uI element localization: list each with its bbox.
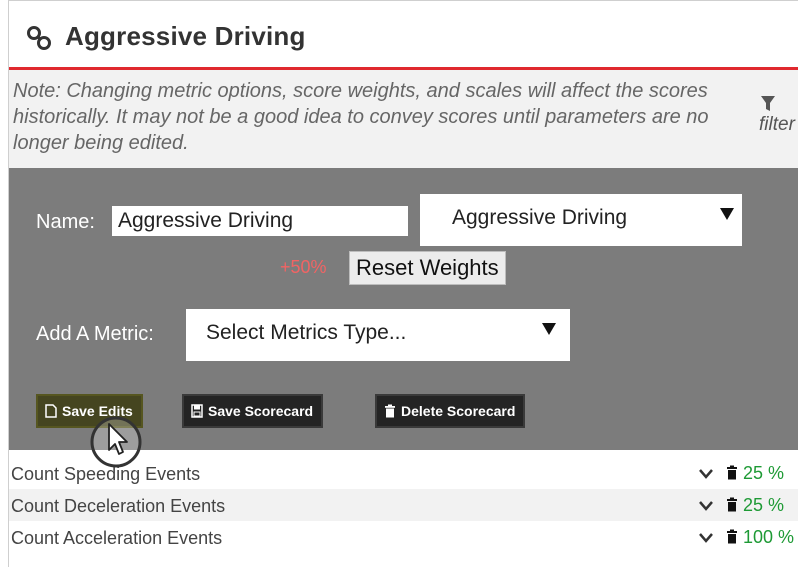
filter-label: filter [759,114,795,135]
mouse-pointer-icon [90,416,142,468]
preset-select[interactable]: Aggressive Driving [420,194,742,246]
chevron-down-icon[interactable] [699,469,713,479]
warning-note: Note: Changing metric options, score wei… [13,80,709,154]
preset-select-value: Aggressive Driving [452,206,628,229]
metric-name: Count Deceleration Events [11,496,226,516]
metric-weight: 100 % [743,527,795,547]
caret-down-icon [720,208,734,220]
floppy-disk-icon [191,404,203,418]
name-input[interactable] [112,206,408,236]
funnel-icon [761,96,775,111]
metric-weight: 25 % [743,495,785,515]
metric-type-select-value: Select Metrics Type... [206,321,407,344]
file-icon [45,404,57,418]
chevron-down-icon[interactable] [699,533,713,543]
metric-type-select[interactable]: Select Metrics Type... [186,309,570,361]
delete-scorecard-button[interactable]: Delete Scorecard [375,394,526,428]
caret-down-icon [542,323,556,335]
metric-name: Count Acceleration Events [11,528,223,548]
filter-button[interactable]: filter [747,96,798,136]
page-title: Aggressive Driving [65,21,306,51]
trash-icon [385,404,395,418]
metric-row[interactable]: Count Acceleration Events 100 % [9,521,798,553]
add-metric-label: Add A Metric: [36,323,154,345]
trash-icon[interactable] [726,497,738,512]
weight-delta: +50% [280,257,327,277]
metric-weight: 25 % [743,463,785,483]
chevron-down-icon[interactable] [699,501,713,511]
name-label: Name: [36,211,95,233]
save-scorecard-button[interactable]: Save Scorecard [182,394,324,428]
scorecard-header: Aggressive Driving [9,1,798,70]
trash-icon[interactable] [726,465,738,480]
trash-icon[interactable] [726,529,738,544]
delete-scorecard-label: Delete Scorecard [401,403,516,419]
note-area: Note: Changing metric options, score wei… [9,70,798,168]
reset-weights-button[interactable]: Reset Weights [349,251,506,285]
save-scorecard-label: Save Scorecard [208,403,314,419]
metric-row[interactable]: Count Deceleration Events 25 % [9,489,798,521]
link-icon [27,26,51,50]
